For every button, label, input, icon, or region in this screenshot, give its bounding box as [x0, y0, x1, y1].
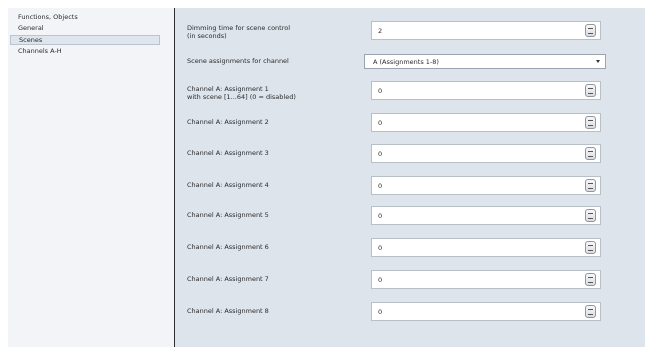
spin-up-icon[interactable] — [588, 309, 593, 310]
spin-button-icon[interactable] — [585, 273, 596, 286]
dimming-time-label-line1: Dimming time for scene control — [187, 24, 291, 32]
spin-down-icon[interactable] — [588, 188, 593, 189]
spin-button-icon[interactable] — [585, 116, 596, 129]
assignment-5-label: Channel A: Assignment 5 — [187, 211, 269, 219]
assignment-1-label: Channel A: Assignment 1 with scene [1...… — [187, 85, 357, 101]
spin-up-icon[interactable] — [588, 213, 593, 214]
nav-item-scenes[interactable]: Scenes — [10, 35, 160, 45]
scene-assignments-value: A (Assignments 1-8) — [373, 58, 439, 66]
spin-down-icon[interactable] — [588, 314, 593, 315]
assignment-3-value: 0 — [378, 150, 383, 158]
spin-down-icon[interactable] — [588, 93, 593, 94]
assignment-2-field[interactable]: 0 — [371, 113, 601, 132]
scene-assignments-label: Scene assignments for channel — [187, 57, 289, 65]
spin-down-icon[interactable] — [588, 33, 593, 34]
assignment-2-label: Channel A: Assignment 2 — [187, 118, 269, 126]
assignment-6-label: Channel A: Assignment 6 — [187, 243, 269, 251]
assignment-3-label: Channel A: Assignment 3 — [187, 149, 269, 157]
dimming-time-label: Dimming time for scene control (in secon… — [187, 24, 357, 40]
scene-assignments-select[interactable]: A (Assignments 1-8) — [364, 54, 606, 69]
nav-item-general[interactable]: General — [10, 23, 160, 33]
spin-button-icon[interactable] — [585, 241, 596, 254]
assignment-6-value: 0 — [378, 244, 383, 252]
nav-item-functions-objects[interactable]: Functions, Objects — [10, 12, 160, 22]
assignment-4-label: Channel A: Assignment 4 — [187, 181, 269, 189]
assignment-7-label: Channel A: Assignment 7 — [187, 275, 269, 283]
assignment-5-value: 0 — [378, 212, 383, 220]
spin-down-icon[interactable] — [588, 250, 593, 251]
assignment-6-field[interactable]: 0 — [371, 238, 601, 257]
spin-up-icon[interactable] — [588, 88, 593, 89]
spin-button-icon[interactable] — [585, 209, 596, 222]
spin-down-icon[interactable] — [588, 218, 593, 219]
spin-up-icon[interactable] — [588, 183, 593, 184]
spin-up-icon[interactable] — [588, 277, 593, 278]
assignment-1-label-line2: with scene [1...64] (0 = disabled) — [187, 93, 296, 101]
dimming-time-label-line2: (in seconds) — [187, 32, 227, 40]
spin-up-icon[interactable] — [588, 120, 593, 121]
assignment-1-field[interactable]: 0 — [371, 81, 601, 100]
assignment-1-label-line1: Channel A: Assignment 1 — [187, 85, 269, 93]
spin-up-icon[interactable] — [588, 245, 593, 246]
assignment-7-field[interactable]: 0 — [371, 270, 601, 289]
spin-down-icon[interactable] — [588, 282, 593, 283]
assignment-8-label: Channel A: Assignment 8 — [187, 307, 269, 315]
spin-button-icon[interactable] — [585, 305, 596, 318]
assignment-2-value: 0 — [378, 119, 383, 127]
assignment-8-field[interactable]: 0 — [371, 302, 601, 321]
assignment-5-field[interactable]: 0 — [371, 206, 601, 225]
spin-down-icon[interactable] — [588, 156, 593, 157]
spin-button-icon[interactable] — [585, 147, 596, 160]
spin-up-icon[interactable] — [588, 28, 593, 29]
nav-item-channels-a-h[interactable]: Channels A-H — [10, 46, 160, 56]
assignment-1-value: 0 — [378, 87, 383, 95]
spin-button-icon[interactable] — [585, 179, 596, 192]
spin-up-icon[interactable] — [588, 151, 593, 152]
dimming-time-field[interactable]: 2 — [371, 21, 601, 40]
chevron-down-icon[interactable] — [596, 60, 600, 63]
assignment-8-value: 0 — [378, 308, 383, 316]
assignment-3-field[interactable]: 0 — [371, 144, 601, 163]
parameter-tree — [8, 8, 175, 347]
dimming-time-value: 2 — [378, 27, 383, 35]
spin-button-icon[interactable] — [585, 24, 596, 37]
spin-button-icon[interactable] — [585, 84, 596, 97]
spin-down-icon[interactable] — [588, 125, 593, 126]
parameter-window: Functions, Objects General Scenes Channe… — [0, 0, 653, 347]
assignment-7-value: 0 — [378, 276, 383, 284]
assignment-4-field[interactable]: 0 — [371, 176, 601, 195]
assignment-4-value: 0 — [378, 182, 383, 190]
